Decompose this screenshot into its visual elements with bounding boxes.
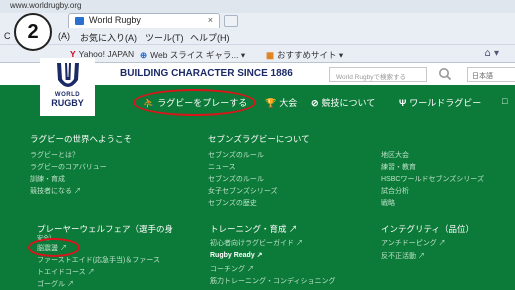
world-rugby-icon: Ψ bbox=[399, 98, 407, 108]
nav-item-world-rugby[interactable]: Ψ ワールドラグビー bbox=[399, 96, 481, 109]
menu-heading-integrity[interactable]: インテグリティ（品位） bbox=[381, 223, 474, 235]
browser-chrome: www.worldrugby.org World Rugby × C (A) お… bbox=[0, 0, 515, 63]
menu-link-beginners-guide[interactable]: 初心者向けラグビーガイド ↗ bbox=[210, 238, 303, 248]
search-icon[interactable] bbox=[437, 66, 453, 82]
favorite-web-slice[interactable]: ⊕ Web スライス ギャラ... ▾ bbox=[140, 49, 245, 61]
menu-link-sevens-rules[interactable]: セブンズのルール bbox=[208, 150, 264, 160]
menu-link-concussion[interactable]: 脳震盪 ↗ bbox=[37, 243, 67, 253]
menu-link-womens-sevens[interactable]: 女子セブンズシリーズ bbox=[208, 186, 278, 196]
tab-title: World Rugby bbox=[89, 15, 141, 25]
menu-link-match-analysis[interactable]: 試合分析 bbox=[381, 186, 409, 196]
runner-icon: ⛹ bbox=[143, 98, 155, 108]
tab-favicon-icon bbox=[75, 17, 84, 25]
menu-link-training[interactable]: 訓練・育成 bbox=[30, 174, 65, 184]
nav-item-about-game-label: 競技について bbox=[321, 98, 376, 108]
menu-heading-player-welfare[interactable]: プレーヤーウェルフェア（選手の身 bbox=[37, 223, 173, 235]
nav-item-tournaments-label: 大会 bbox=[279, 98, 298, 108]
menu-bar: C (A) お気に入り(A) ツール(T) ヘルプ(H) bbox=[0, 28, 515, 44]
menu-link-rugby-ready[interactable]: Rugby Ready ↗ bbox=[210, 251, 263, 259]
home-icon[interactable]: ⌂ ▾ bbox=[484, 48, 499, 59]
nav-item-world-rugby-label: ワールドラグビー bbox=[409, 98, 482, 108]
nav-item-play-rugby[interactable]: ⛹ ラグビーをプレーする bbox=[143, 96, 247, 109]
favorite-web-slice-label: Web スライス ギャラ... ▾ bbox=[150, 50, 246, 60]
menu-link-anti-doping[interactable]: アンチドーピング ↗ bbox=[381, 238, 446, 248]
menu-link-become-player[interactable]: 競技者になる ↗ bbox=[30, 186, 81, 196]
menu-link-goggles[interactable]: ゴーグル ↗ bbox=[37, 279, 74, 289]
menu-link-core-values[interactable]: ラグビーのコアバリュー bbox=[30, 162, 107, 172]
favorite-recommended-label: おすすめサイト ▾ bbox=[277, 50, 344, 60]
menu-heading-player-welfare-clip: 安全） bbox=[37, 236, 56, 242]
menu-link-news[interactable]: ニュース bbox=[208, 162, 236, 172]
step-number-badge: 2 bbox=[14, 13, 52, 51]
nav-item-tournaments[interactable]: 🏆 大会 bbox=[265, 96, 297, 109]
menu-link-sevens-history[interactable]: セブンズの歴史 bbox=[208, 198, 257, 208]
web-slice-icon: ⊕ bbox=[140, 50, 148, 60]
menu-link-strategy[interactable]: 戦略 bbox=[381, 198, 395, 208]
menu-item-help[interactable]: ヘルプ(H) bbox=[190, 31, 230, 44]
recommended-icon: ▦ bbox=[266, 50, 275, 60]
logo-rugby-text: RUGBY bbox=[51, 98, 84, 108]
tab-close-icon[interactable]: × bbox=[208, 15, 213, 25]
browser-tab[interactable]: World Rugby × bbox=[68, 13, 220, 28]
more-icon: □ bbox=[502, 96, 508, 106]
world-rugby-logo[interactable]: WORLD RUGBY bbox=[40, 58, 95, 116]
menu-link-regional[interactable]: 地区大会 bbox=[381, 150, 409, 160]
menu-item-tools[interactable]: ツール(T) bbox=[145, 31, 184, 44]
menu-link-practice[interactable]: 練習・教育 bbox=[381, 162, 416, 172]
menu-link-first-aid-course[interactable]: トエイドコース ↗ bbox=[37, 267, 95, 277]
address-url[interactable]: www.worldrugby.org bbox=[10, 1, 81, 10]
nav-item-play-rugby-label: ラグビーをプレーする bbox=[157, 98, 248, 108]
site-tagline: BUILDING CHARACTER SINCE 1886 bbox=[120, 68, 293, 79]
menu-heading-sevens[interactable]: セブンズラグビーについて bbox=[208, 133, 310, 145]
menu-item-clipped[interactable]: C bbox=[4, 31, 11, 41]
whistle-icon: ⊘ bbox=[311, 98, 319, 108]
menu-link-anti-corruption[interactable]: 反不正活動 ↗ bbox=[381, 251, 425, 261]
nav-item-about-game[interactable]: ⊘ 競技について bbox=[311, 96, 375, 109]
mega-menu: ラグビーの世界へようこそ ラグビーとは？ ラグビーのコアバリュー 訓練・育成 競… bbox=[0, 120, 515, 290]
nav-item-more[interactable]: □ bbox=[502, 96, 510, 106]
new-tab-button[interactable] bbox=[224, 15, 238, 27]
language-select[interactable]: 日本語 bbox=[467, 67, 515, 82]
address-bar[interactable]: www.worldrugby.org bbox=[0, 0, 515, 13]
menu-item-edit[interactable]: (A) bbox=[58, 31, 70, 41]
site-search-input[interactable]: World Rugbyで検索する bbox=[329, 67, 427, 82]
favorite-recommended[interactable]: ▦ おすすめサイト ▾ bbox=[266, 49, 343, 61]
menu-link-what-is-rugby[interactable]: ラグビーとは？ bbox=[30, 150, 79, 160]
trophy-icon: 🏆 bbox=[265, 98, 277, 108]
menu-link-coaching[interactable]: コーチング ↗ bbox=[210, 264, 254, 274]
menu-link-hsbc-series[interactable]: HSBCワールドセブンズシリーズ bbox=[381, 174, 484, 184]
menu-heading-training[interactable]: トレーニング・育成 ↗ bbox=[210, 223, 297, 235]
menu-link-sevens-rules-2[interactable]: セブンズのルール bbox=[208, 174, 264, 184]
menu-item-favorites[interactable]: お気に入り(A) bbox=[80, 31, 137, 44]
menu-heading-welcome[interactable]: ラグビーの世界へようこそ bbox=[30, 133, 132, 145]
menu-link-strength-conditioning[interactable]: 筋力トレーニング・コンディショニング bbox=[210, 276, 336, 286]
menu-link-first-aid[interactable]: ファーストエイド(応急手当)＆ファース bbox=[37, 255, 160, 265]
world-rugby-emblem-icon bbox=[57, 63, 79, 87]
